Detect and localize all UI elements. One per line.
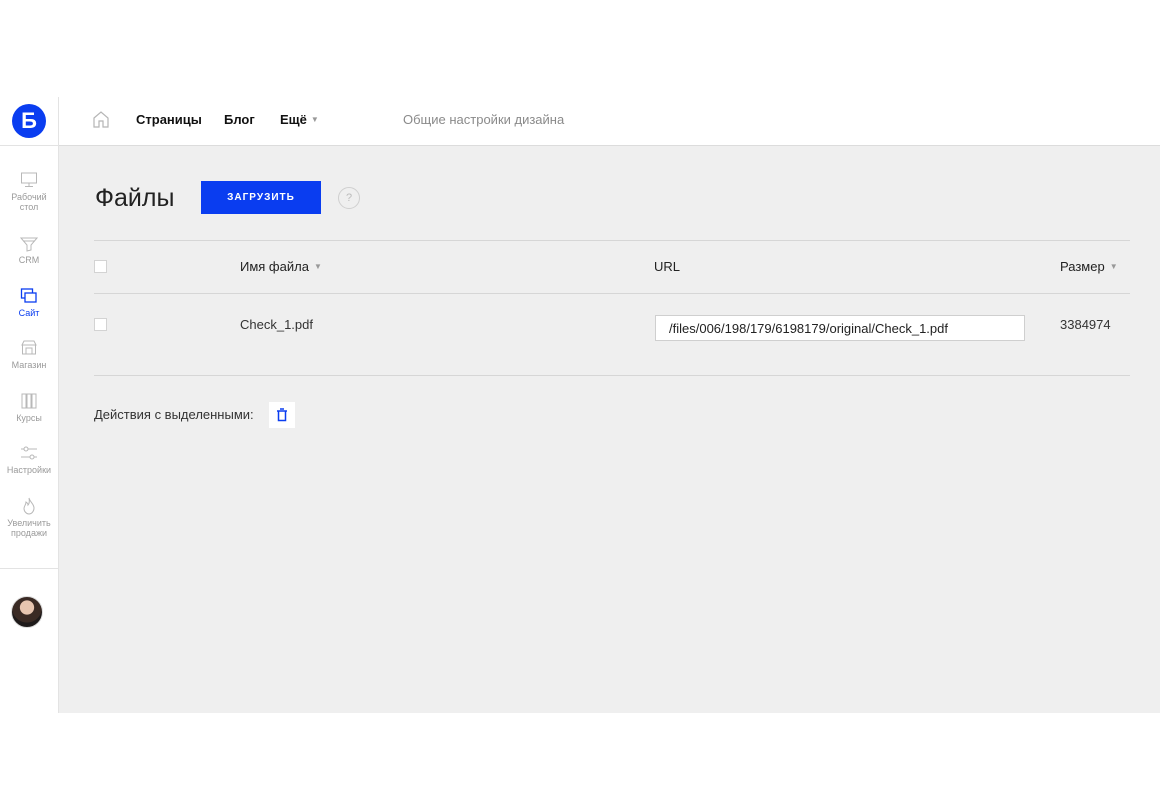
table-bottom-divider bbox=[94, 375, 1130, 376]
sidebar-item-settings[interactable]: Настройки bbox=[0, 444, 58, 475]
column-header-url: URL bbox=[654, 259, 681, 274]
column-header-size[interactable]: Размер ▼ bbox=[1060, 259, 1118, 274]
column-header-size-label: Размер bbox=[1060, 259, 1105, 274]
nav-more[interactable]: Ещё ▼ bbox=[280, 112, 319, 127]
column-header-name[interactable]: Имя файла ▼ bbox=[240, 259, 322, 274]
avatar[interactable] bbox=[11, 596, 43, 628]
sidebar-item-label: Настройки bbox=[6, 465, 52, 475]
sidebar-item-label: Сайт bbox=[18, 308, 40, 318]
sidebar-item-site[interactable]: Сайт bbox=[0, 287, 58, 318]
chevron-down-icon: ▼ bbox=[310, 115, 319, 124]
sidebar-item-label: CRM bbox=[18, 255, 40, 265]
monitor-icon bbox=[21, 172, 37, 187]
sidebar-item-dashboard[interactable]: Рабочий стол bbox=[0, 171, 58, 212]
store-icon bbox=[21, 340, 37, 355]
sidebar-item-sales[interactable]: Увеличить продажи bbox=[0, 497, 58, 538]
sidebar-item-crm[interactable]: CRM bbox=[0, 236, 58, 265]
file-size: 3384974 bbox=[1060, 317, 1111, 332]
logo[interactable]: Б bbox=[12, 104, 46, 138]
site-icon bbox=[20, 288, 37, 303]
trash-icon bbox=[277, 408, 287, 422]
delete-selected-button[interactable] bbox=[269, 402, 295, 428]
column-header-name-label: Имя файла bbox=[240, 259, 309, 274]
sort-caret-icon: ▼ bbox=[1109, 262, 1118, 271]
row-checkbox[interactable] bbox=[94, 318, 107, 331]
page-title: Файлы bbox=[95, 184, 175, 212]
select-all-checkbox[interactable] bbox=[94, 260, 107, 273]
sidebar-item-store[interactable]: Магазин bbox=[0, 339, 58, 370]
sidebar-item-label: Курсы bbox=[16, 413, 42, 423]
main-content: Файлы ЗАГРУЗИТЬ ? Имя файла ▼ URL Размер ▼… bbox=[59, 146, 1160, 713]
funnel-icon bbox=[20, 237, 38, 252]
header-divider bbox=[94, 293, 1130, 294]
nav-pages[interactable]: Страницы bbox=[136, 112, 202, 127]
sidebar-divider bbox=[0, 568, 58, 569]
help-icon[interactable]: ? bbox=[338, 187, 360, 209]
sidebar: Б Рабочий стол CRM Сайт Магазин Курсы На… bbox=[0, 97, 59, 713]
home-icon[interactable] bbox=[92, 110, 110, 129]
sidebar-item-label: Увеличить продажи bbox=[7, 518, 51, 538]
sort-caret-icon: ▼ bbox=[313, 262, 322, 271]
nav-blog[interactable]: Блог bbox=[224, 112, 255, 127]
app: Б Рабочий стол CRM Сайт Магазин Курсы На… bbox=[0, 97, 1160, 713]
nav-more-label: Ещё bbox=[280, 112, 307, 127]
settings-icon bbox=[21, 446, 37, 460]
sidebar-item-label: Рабочий стол bbox=[11, 192, 47, 212]
nav-design-settings[interactable]: Общие настройки дизайна bbox=[403, 112, 564, 127]
sidebar-item-label: Магазин bbox=[11, 360, 47, 370]
top-navigation: Страницы Блог Ещё ▼ Общие настройки дизай… bbox=[59, 97, 1160, 146]
fire-icon bbox=[23, 497, 35, 515]
logo-area: Б bbox=[0, 97, 58, 146]
table-top-divider bbox=[94, 240, 1130, 241]
file-name[interactable]: Check_1.pdf bbox=[240, 317, 313, 332]
sidebar-item-courses[interactable]: Курсы bbox=[0, 392, 58, 423]
upload-button[interactable]: ЗАГРУЗИТЬ bbox=[201, 181, 321, 214]
courses-icon bbox=[21, 393, 37, 409]
bulk-actions-label: Действия с выделенными: bbox=[94, 407, 254, 422]
file-url-field[interactable] bbox=[655, 315, 1025, 341]
